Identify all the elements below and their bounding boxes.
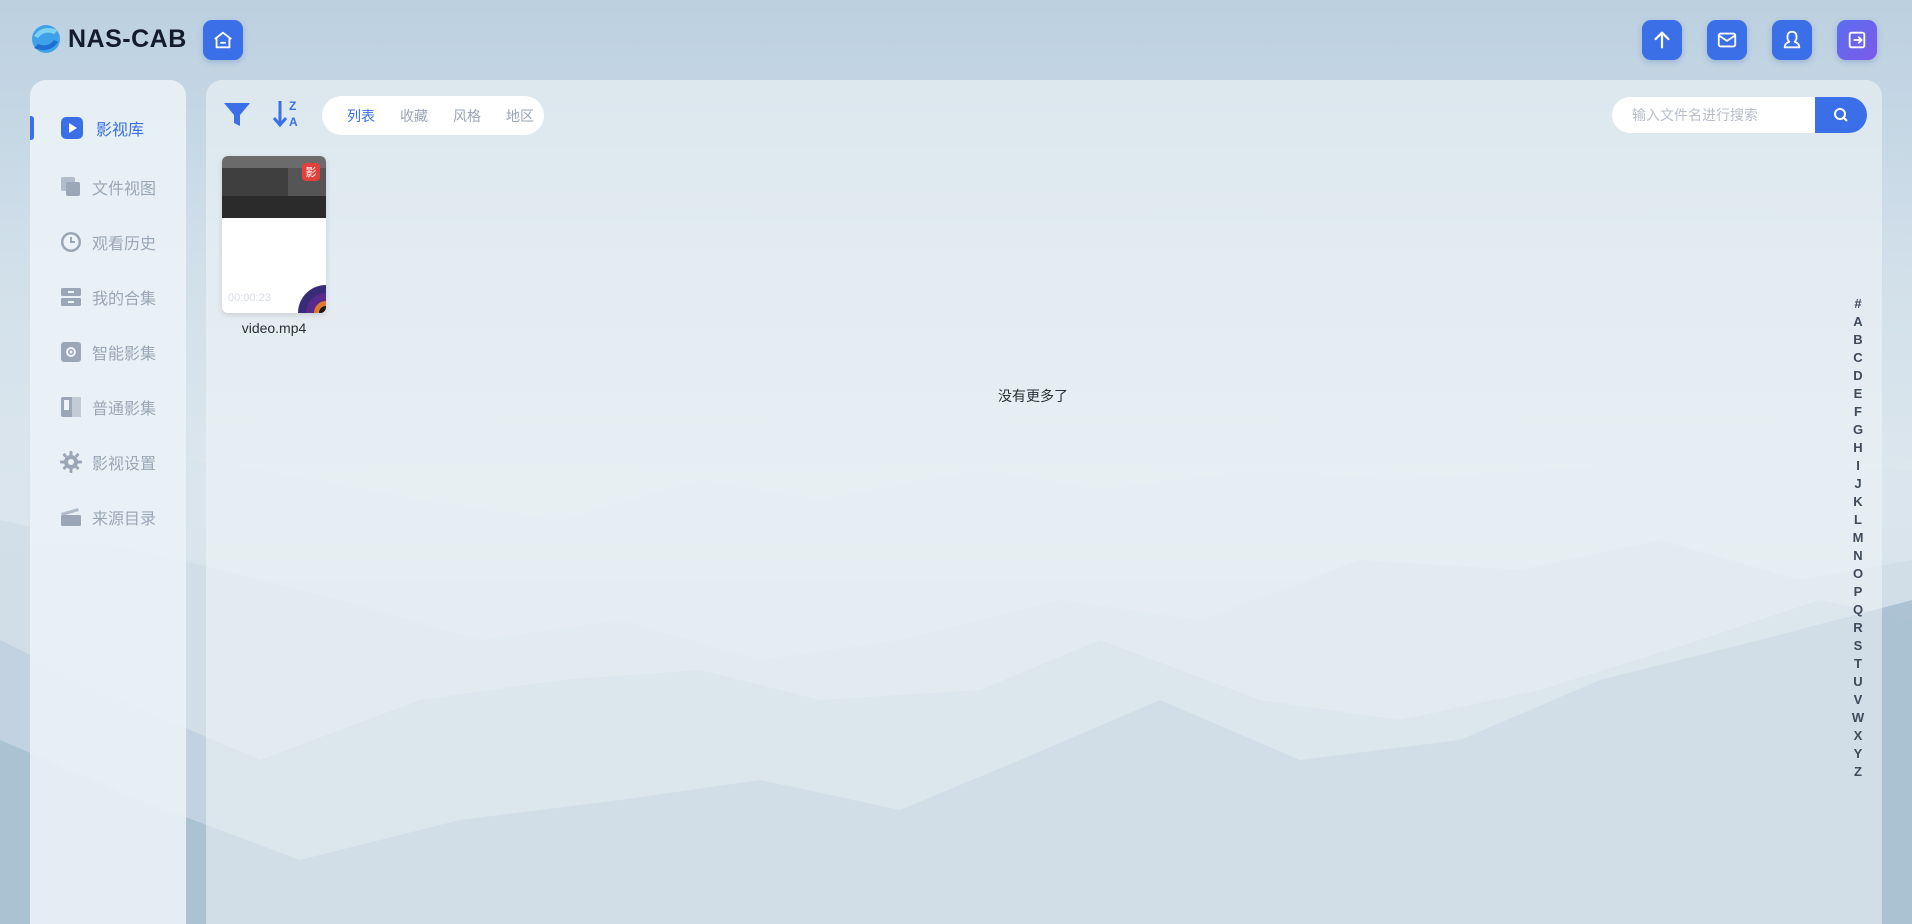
sidebar-item-file-view[interactable]: 文件视图 — [30, 167, 186, 207]
alphabet-letter[interactable]: L — [1854, 511, 1862, 529]
corner-graphic — [298, 285, 326, 313]
sidebar: 影视库 文件视图 观看历史 我的合集 智能影集 普通影集 影视设置 来源目录 — [30, 80, 186, 924]
alphabet-letter[interactable]: Y — [1854, 745, 1863, 763]
sidebar-item-label: 文件视图 — [92, 181, 157, 198]
alphabet-letter[interactable]: Z — [1854, 763, 1862, 781]
alphabet-letter[interactable]: D — [1853, 367, 1862, 385]
alphabet-letter[interactable]: G — [1853, 421, 1863, 439]
app-logo[interactable]: NAS-CAB — [28, 22, 187, 56]
alphabet-letter[interactable]: V — [1854, 691, 1863, 709]
sort-az-icon[interactable]: Z A — [272, 98, 304, 130]
media-card[interactable]: 影 00:00:23 video.mp4 — [222, 156, 326, 336]
filter-icon[interactable] — [222, 99, 252, 129]
alphabet-letter[interactable]: F — [1854, 403, 1862, 421]
user-button[interactable] — [1772, 20, 1812, 60]
alphabet-letter[interactable]: N — [1853, 547, 1862, 565]
upload-button[interactable] — [1642, 20, 1682, 60]
alphabet-index: # A B C D E F G H I J K L M N O P Q R S T U V W X Y Z — [1851, 295, 1865, 781]
alphabet-letter[interactable]: P — [1854, 583, 1863, 601]
tab-genre[interactable]: 风格 — [453, 106, 481, 126]
search-box — [1612, 97, 1867, 133]
alphabet-letter[interactable]: J — [1854, 475, 1861, 493]
sidebar-item-label: 智能影集 — [92, 346, 157, 363]
drawer-icon — [60, 286, 82, 308]
logout-icon — [1848, 31, 1866, 49]
sidebar-item-watch-history[interactable]: 观看历史 — [30, 222, 186, 262]
svg-text:Z: Z — [289, 99, 296, 113]
app-name: NAS-CAB — [68, 24, 187, 53]
play-icon — [60, 116, 84, 140]
end-of-list-text: 没有更多了 — [998, 388, 1068, 404]
alphabet-letter[interactable]: U — [1853, 673, 1862, 691]
sidebar-item-label: 影视库 — [96, 122, 145, 139]
sidebar-item-normal-album[interactable]: 普通影集 — [30, 387, 186, 427]
sidebar-item-smart-album[interactable]: 智能影集 — [30, 332, 186, 372]
sidebar-item-label: 观看历史 — [92, 236, 157, 253]
copy-icon — [60, 176, 82, 198]
alphabet-letter[interactable]: T — [1854, 655, 1862, 673]
user-icon — [1783, 30, 1801, 49]
logout-button[interactable] — [1837, 20, 1877, 60]
alphabet-letter[interactable]: W — [1852, 709, 1864, 727]
tab-favorites[interactable]: 收藏 — [400, 106, 428, 126]
media-title: video.mp4 — [241, 320, 307, 336]
tab-list[interactable]: 列表 — [347, 106, 375, 126]
sidebar-item-label: 我的合集 — [92, 291, 157, 308]
alphabet-letter[interactable]: X — [1854, 727, 1863, 745]
svg-text:A: A — [289, 115, 298, 129]
sidebar-item-label: 普通影集 — [92, 401, 157, 418]
gear-box-icon — [60, 341, 82, 363]
sidebar-item-source-directory[interactable]: 来源目录 — [30, 497, 186, 537]
type-badge: 影 — [302, 163, 320, 181]
alphabet-letter[interactable]: # — [1854, 295, 1861, 313]
alphabet-letter[interactable]: C — [1853, 349, 1862, 367]
search-icon — [1834, 108, 1848, 122]
view-tabs: 列表 收藏 风格 地区 — [322, 96, 544, 135]
main-panel: Z A 列表 收藏 风格 地区 影 00:00:23 video. — [206, 80, 1882, 924]
sidebar-item-movie-library[interactable]: 影视库 — [30, 108, 186, 148]
alphabet-letter[interactable]: R — [1853, 619, 1862, 637]
arrow-up-icon — [1654, 31, 1670, 49]
video-duration: 00:00:23 — [228, 292, 271, 304]
folder-icon — [60, 506, 82, 528]
messages-button[interactable] — [1707, 20, 1747, 60]
sidebar-item-video-settings[interactable]: 影视设置 — [30, 442, 186, 482]
alphabet-letter[interactable]: K — [1853, 493, 1862, 511]
alphabet-letter[interactable]: O — [1853, 565, 1863, 583]
alphabet-letter[interactable]: B — [1853, 331, 1862, 349]
home-button[interactable] — [203, 20, 243, 60]
alphabet-letter[interactable]: S — [1854, 637, 1863, 655]
home-icon — [214, 31, 232, 49]
book-icon — [60, 396, 82, 418]
sidebar-item-my-collection[interactable]: 我的合集 — [30, 277, 186, 317]
clock-icon — [60, 231, 82, 253]
alphabet-letter[interactable]: M — [1853, 529, 1864, 547]
mail-icon — [1717, 32, 1737, 48]
alphabet-letter[interactable]: A — [1853, 313, 1862, 331]
logo-icon — [32, 25, 60, 53]
search-input[interactable] — [1612, 97, 1815, 133]
sidebar-item-label: 来源目录 — [92, 511, 157, 528]
alphabet-letter[interactable]: Q — [1853, 601, 1863, 619]
alphabet-letter[interactable]: E — [1854, 385, 1863, 403]
settings-icon — [60, 451, 82, 473]
tab-region[interactable]: 地区 — [506, 106, 534, 126]
video-thumbnail[interactable]: 影 00:00:23 — [222, 156, 326, 313]
alphabet-letter[interactable]: I — [1856, 457, 1860, 475]
sidebar-item-label: 影视设置 — [92, 456, 157, 473]
alphabet-letter[interactable]: H — [1853, 439, 1862, 457]
search-button[interactable] — [1815, 97, 1867, 133]
